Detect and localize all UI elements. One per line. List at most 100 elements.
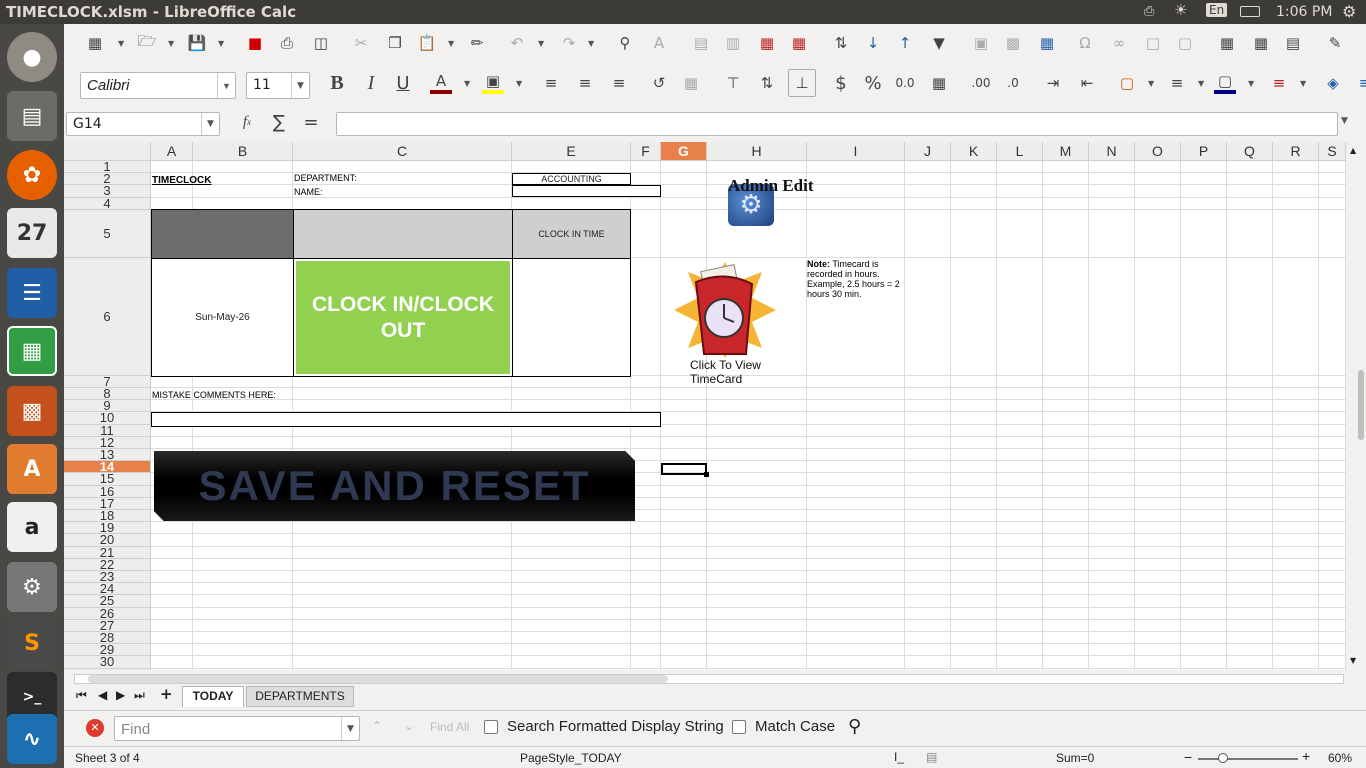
document-modified-icon[interactable]: ▤ (926, 750, 937, 764)
split-window-icon[interactable]: ▤ (1282, 32, 1304, 54)
add-decimal-icon[interactable]: .00 (970, 72, 992, 94)
printer-icon[interactable]: ⎙ (1144, 4, 1154, 19)
column-header-s[interactable]: S (1319, 142, 1346, 161)
sum-display[interactable]: Sum=0 (1056, 751, 1094, 765)
row-header-8[interactable]: 8 (64, 388, 151, 401)
date-cell[interactable]: Sun-May-26 (151, 258, 294, 377)
font-size-box[interactable]: 11 ▼ (246, 72, 310, 99)
merge-cells-icon[interactable]: ▦ (680, 72, 702, 94)
define-print-area-icon[interactable]: ▦ (1216, 32, 1238, 54)
spreadsheet-grid[interactable]: ABCEFGHIJKLMNOPQRS 1 2 3 4 5 6 7 8 9 10 11 12 13 14 15… (64, 142, 1346, 670)
view-timecard-label[interactable]: Click To View TimeCard (690, 358, 784, 386)
row-header-22[interactable]: 22 (64, 558, 151, 571)
last-sheet-icon[interactable]: ⏭ (134, 688, 145, 703)
scroll-up-arrow-icon[interactable]: ▲ (1350, 146, 1356, 155)
row-header-25[interactable]: 25 (64, 595, 151, 608)
delete-columns-icon[interactable]: ▦ (788, 32, 810, 54)
admin-edit-label[interactable]: Admin Edit (728, 176, 814, 196)
center-vertically-icon[interactable]: ⇅ (756, 72, 778, 94)
row-header-2[interactable]: 2 (64, 173, 151, 186)
mistake-comments-field[interactable] (151, 412, 661, 427)
row-header-4[interactable]: 4 (64, 197, 151, 210)
calendar-icon[interactable]: 27 (7, 208, 57, 258)
wrap-text-icon[interactable]: ↺ (648, 72, 670, 94)
currency-icon[interactable]: $ (830, 72, 852, 94)
zoom-slider-thumb[interactable] (1218, 753, 1228, 763)
clock-in-clock-out-button[interactable]: CLOCK IN/CLOCK OUT (293, 258, 513, 377)
wifi-icon[interactable]: ☀ (1174, 1, 1187, 19)
row-header-29[interactable]: 29 (64, 644, 151, 657)
image-icon[interactable]: ▣ (970, 32, 992, 54)
row-header-20[interactable]: 20 (64, 534, 151, 547)
print-preview-icon[interactable]: ◫ (310, 32, 332, 54)
row-header-5[interactable]: 5 (64, 209, 151, 258)
chevron-down-icon[interactable]: ▼ (341, 717, 359, 740)
impress-icon[interactable]: ▩ (7, 386, 57, 436)
row-header-14[interactable]: 14 (64, 461, 151, 474)
next-sheet-icon[interactable]: ▶ (116, 688, 125, 702)
column-header-p[interactable]: P (1181, 142, 1227, 161)
column-header-m[interactable]: M (1043, 142, 1089, 161)
clone-formatting-icon[interactable]: ✏ (466, 32, 488, 54)
column-header-j[interactable]: J (905, 142, 951, 161)
column-header-g[interactable]: G (661, 142, 707, 161)
delete-decimal-icon[interactable]: .0 (1002, 72, 1024, 94)
italic-icon[interactable]: I (360, 72, 382, 94)
sort-descending-icon[interactable]: ↑ (894, 32, 916, 54)
find-replace-dialog-icon[interactable]: ⚲ (848, 716, 861, 737)
font-color-icon[interactable]: A (430, 72, 452, 94)
draw-functions-icon[interactable]: ✎ (1324, 32, 1346, 54)
software-center-icon[interactable]: A (7, 444, 57, 494)
column-header-h[interactable]: H (707, 142, 807, 161)
zoom-in-icon[interactable]: + (1302, 748, 1310, 764)
row-header-28[interactable]: 28 (64, 632, 151, 645)
decrease-indent-icon[interactable]: ⇤ (1076, 72, 1098, 94)
name-input-cell[interactable] (512, 185, 661, 197)
chart-icon[interactable]: ▩ (1002, 32, 1024, 54)
border-style-icon[interactable]: ≡ (1166, 72, 1188, 94)
horizontal-scroll-thumb[interactable] (88, 675, 668, 683)
headers-footers-icon[interactable]: ▢ (1174, 32, 1196, 54)
find-replace-icon[interactable]: ⚲ (614, 32, 636, 54)
number-format-icon[interactable]: 0.0 (894, 72, 916, 94)
chevron-down-icon[interactable]: ▼ (291, 73, 309, 98)
column-header-c[interactable]: C (293, 142, 512, 161)
special-character-icon[interactable]: Ω (1074, 32, 1096, 54)
system-monitor-icon[interactable]: ∿ (7, 714, 57, 764)
battery-icon[interactable] (1240, 6, 1260, 17)
undo-icon[interactable]: ↶ (506, 32, 528, 54)
column-header-n[interactable]: N (1089, 142, 1135, 161)
system-settings-icon[interactable]: ⚙ (7, 562, 57, 612)
row-header-6[interactable]: 6 (64, 257, 151, 376)
select-all-corner[interactable] (64, 142, 151, 161)
find-next-icon[interactable]: ⌄ (404, 719, 414, 733)
row-header-9[interactable]: 9 (64, 400, 151, 413)
save-and-reset-button[interactable]: SAVE AND RESET (154, 451, 635, 521)
zoom-slider[interactable] (1198, 753, 1298, 763)
row-header-23[interactable]: 23 (64, 571, 151, 584)
cut-icon[interactable]: ✂ (350, 32, 372, 54)
autofilter-icon[interactable]: ▼ (928, 32, 950, 54)
bold-icon[interactable]: B (326, 72, 348, 94)
scroll-down-arrow-icon[interactable]: ▼ (1350, 656, 1356, 665)
scroll-thumb[interactable] (1358, 370, 1364, 440)
selection-mode-icon[interactable]: I_ (894, 750, 904, 764)
sum-icon[interactable]: ∑ (268, 111, 290, 133)
percent-icon[interactable]: % (862, 72, 884, 94)
sort-ascending-icon[interactable]: ↓ (862, 32, 884, 54)
find-previous-icon[interactable]: ⌃ (372, 719, 382, 733)
vertical-scrollbar[interactable]: ▲ ▼ (1346, 142, 1366, 670)
align-bottom-icon[interactable]: ⊥ (788, 69, 816, 97)
first-sheet-icon[interactable]: ⏮ (76, 688, 87, 703)
clock-in-time-cell[interactable] (512, 258, 631, 377)
save-icon[interactable]: 💾 (186, 32, 208, 54)
align-center-icon[interactable]: ≡ (574, 72, 596, 94)
department-cell[interactable]: ACCOUNTING (512, 173, 631, 185)
files-icon[interactable]: ▤ (7, 91, 57, 141)
firefox-icon[interactable]: ✿ (7, 150, 57, 200)
formatted-display-checkbox[interactable] (484, 720, 498, 734)
page-style[interactable]: PageStyle_TODAY (520, 751, 622, 765)
redo-icon[interactable]: ↷ (558, 32, 580, 54)
prev-sheet-icon[interactable]: ◀ (98, 688, 107, 702)
row-header-15[interactable]: 15 (64, 473, 151, 486)
